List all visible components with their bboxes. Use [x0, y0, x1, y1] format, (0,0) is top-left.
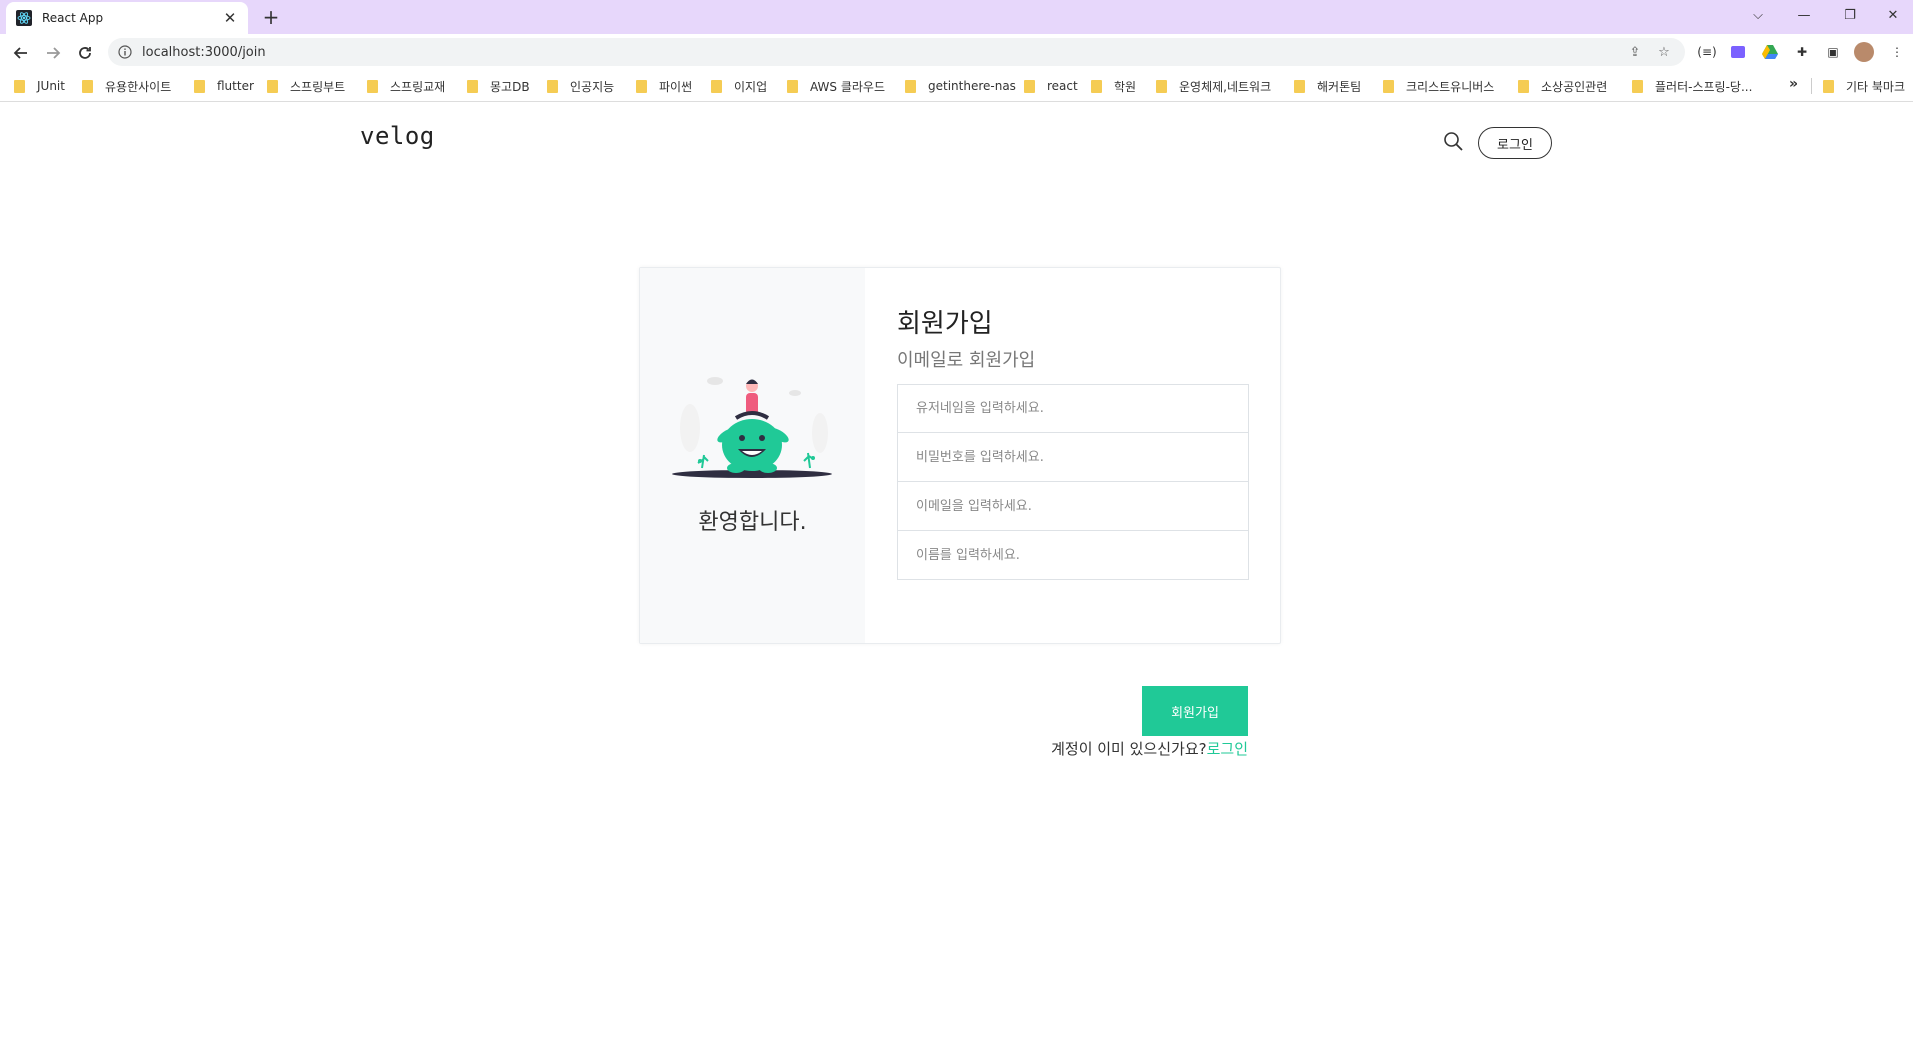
bookmark-item-other[interactable]: 기타 북마크: [1823, 76, 1905, 96]
bookmark-item[interactable]: 몽고DB: [467, 76, 530, 96]
bookmark-star-icon[interactable]: ☆: [1654, 42, 1674, 62]
login-prompt-text: 계정이 이미 있으신가요?: [1051, 740, 1207, 758]
bookmarks-divider: [1811, 78, 1812, 94]
extension-icon[interactable]: (≡): [1697, 42, 1717, 62]
bookmark-item[interactable]: 유용한사이트: [82, 76, 171, 96]
bookmark-item[interactable]: 이지업: [711, 76, 767, 96]
bookmarks-overflow-icon[interactable]: »: [1789, 76, 1798, 92]
name-input[interactable]: [897, 531, 1249, 580]
tab-search-icon[interactable]: ⌵: [1735, 0, 1781, 30]
folder-icon: [1823, 79, 1834, 93]
folder-icon: [1294, 79, 1305, 93]
bookmark-item[interactable]: 학원: [1091, 76, 1136, 96]
back-icon[interactable]: [8, 40, 34, 66]
signup-form: 회원가입 이메일로 회원가입: [897, 303, 1249, 580]
folder-icon: [267, 79, 278, 93]
bookmark-item[interactable]: 운영체제,네트워크: [1156, 76, 1271, 96]
side-panel-icon[interactable]: ▣: [1823, 42, 1843, 62]
folder-icon: [1024, 79, 1035, 93]
share-icon[interactable]: ⇪: [1625, 42, 1645, 62]
folder-icon: [467, 79, 478, 93]
bookmark-item[interactable]: getinthere-nas: [905, 76, 1016, 96]
page-title: 회원가입: [897, 309, 993, 339]
minimize-icon[interactable]: —: [1781, 0, 1827, 30]
extension-purple-icon[interactable]: [1728, 42, 1748, 62]
welcome-text: 환영합니다.: [698, 510, 807, 535]
folder-icon: [1156, 79, 1167, 93]
tab-close-icon[interactable]: ✕: [222, 9, 238, 27]
folder-icon: [1632, 79, 1643, 93]
username-input[interactable]: [897, 384, 1249, 433]
reload-icon[interactable]: [72, 40, 98, 66]
folder-icon: [14, 79, 25, 93]
search-icon[interactable]: [1442, 130, 1464, 152]
bookmark-item[interactable]: 스프링부트: [267, 76, 345, 96]
google-drive-icon[interactable]: [1760, 42, 1780, 62]
url-text: localhost:3000/join: [142, 44, 266, 60]
folder-icon: [905, 79, 916, 93]
folder-icon: [82, 79, 93, 93]
welcome-panel: 환영합니다.: [640, 268, 865, 643]
input-group: [897, 384, 1249, 580]
bookmark-item[interactable]: 스프링교재: [367, 76, 445, 96]
react-favicon-icon: [16, 10, 32, 26]
puzzle-extensions-icon[interactable]: ✚: [1792, 42, 1812, 62]
bookmarks-bar: JUnit 유용한사이트 flutter 스프링부트 스프링교재 몽고DB 인공…: [0, 70, 1913, 102]
profile-avatar-icon[interactable]: [1854, 42, 1874, 62]
address-bar[interactable]: localhost:3000/join ⇪ ☆: [108, 38, 1685, 66]
bookmark-item[interactable]: AWS 클라우드: [787, 76, 885, 96]
login-prompt: 계정이 이미 있으신가요?로그인: [1000, 738, 1248, 759]
browser-toolbar: localhost:3000/join ⇪ ☆ (≡) ✚ ▣ ⋮: [0, 34, 1913, 70]
bookmark-item[interactable]: 파이썬: [636, 76, 692, 96]
folder-icon: [787, 79, 798, 93]
site-logo[interactable]: velog: [360, 122, 435, 150]
info-icon[interactable]: [118, 45, 132, 59]
folder-icon: [194, 79, 205, 93]
folder-icon: [1383, 79, 1394, 93]
bookmark-item[interactable]: JUnit: [14, 76, 65, 96]
bookmark-item[interactable]: 해커톤팀: [1294, 76, 1361, 96]
bookmark-item[interactable]: 소상공인관련: [1518, 76, 1607, 96]
password-input[interactable]: [897, 433, 1249, 482]
close-window-icon[interactable]: ✕: [1873, 0, 1913, 30]
browser-menu-icon[interactable]: ⋮: [1887, 42, 1907, 62]
page-subtitle: 이메일로 회원가입: [897, 350, 1036, 371]
folder-icon: [1091, 79, 1102, 93]
email-input[interactable]: [897, 482, 1249, 531]
header-login-button[interactable]: 로그인: [1478, 127, 1552, 159]
forward-icon[interactable]: [40, 40, 66, 66]
signup-submit-button[interactable]: 회원가입: [1142, 686, 1248, 736]
folder-icon: [636, 79, 647, 93]
folder-icon: [711, 79, 722, 93]
welcome-illustration: [672, 377, 832, 478]
bookmark-item[interactable]: 크리스트유니버스: [1383, 76, 1494, 96]
restore-icon[interactable]: ❐: [1827, 0, 1873, 30]
folder-icon: [1518, 79, 1529, 93]
browser-tab-strip: React App ✕ + ⌵ — ❐ ✕: [0, 0, 1913, 34]
new-tab-icon[interactable]: +: [258, 4, 284, 30]
bookmark-item[interactable]: flutter: [194, 76, 254, 96]
tab-title: React App: [42, 11, 104, 25]
folder-icon: [367, 79, 378, 93]
bookmark-item[interactable]: 플러터-스프링-당...: [1632, 76, 1752, 96]
bookmark-item[interactable]: react: [1024, 76, 1078, 96]
bookmark-item[interactable]: 인공지능: [547, 76, 614, 96]
login-link[interactable]: 로그인: [1207, 740, 1248, 758]
browser-tab[interactable]: React App ✕: [6, 2, 248, 34]
folder-icon: [547, 79, 558, 93]
signup-card: 환영합니다. 회원가입 이메일로 회원가입: [639, 267, 1281, 644]
